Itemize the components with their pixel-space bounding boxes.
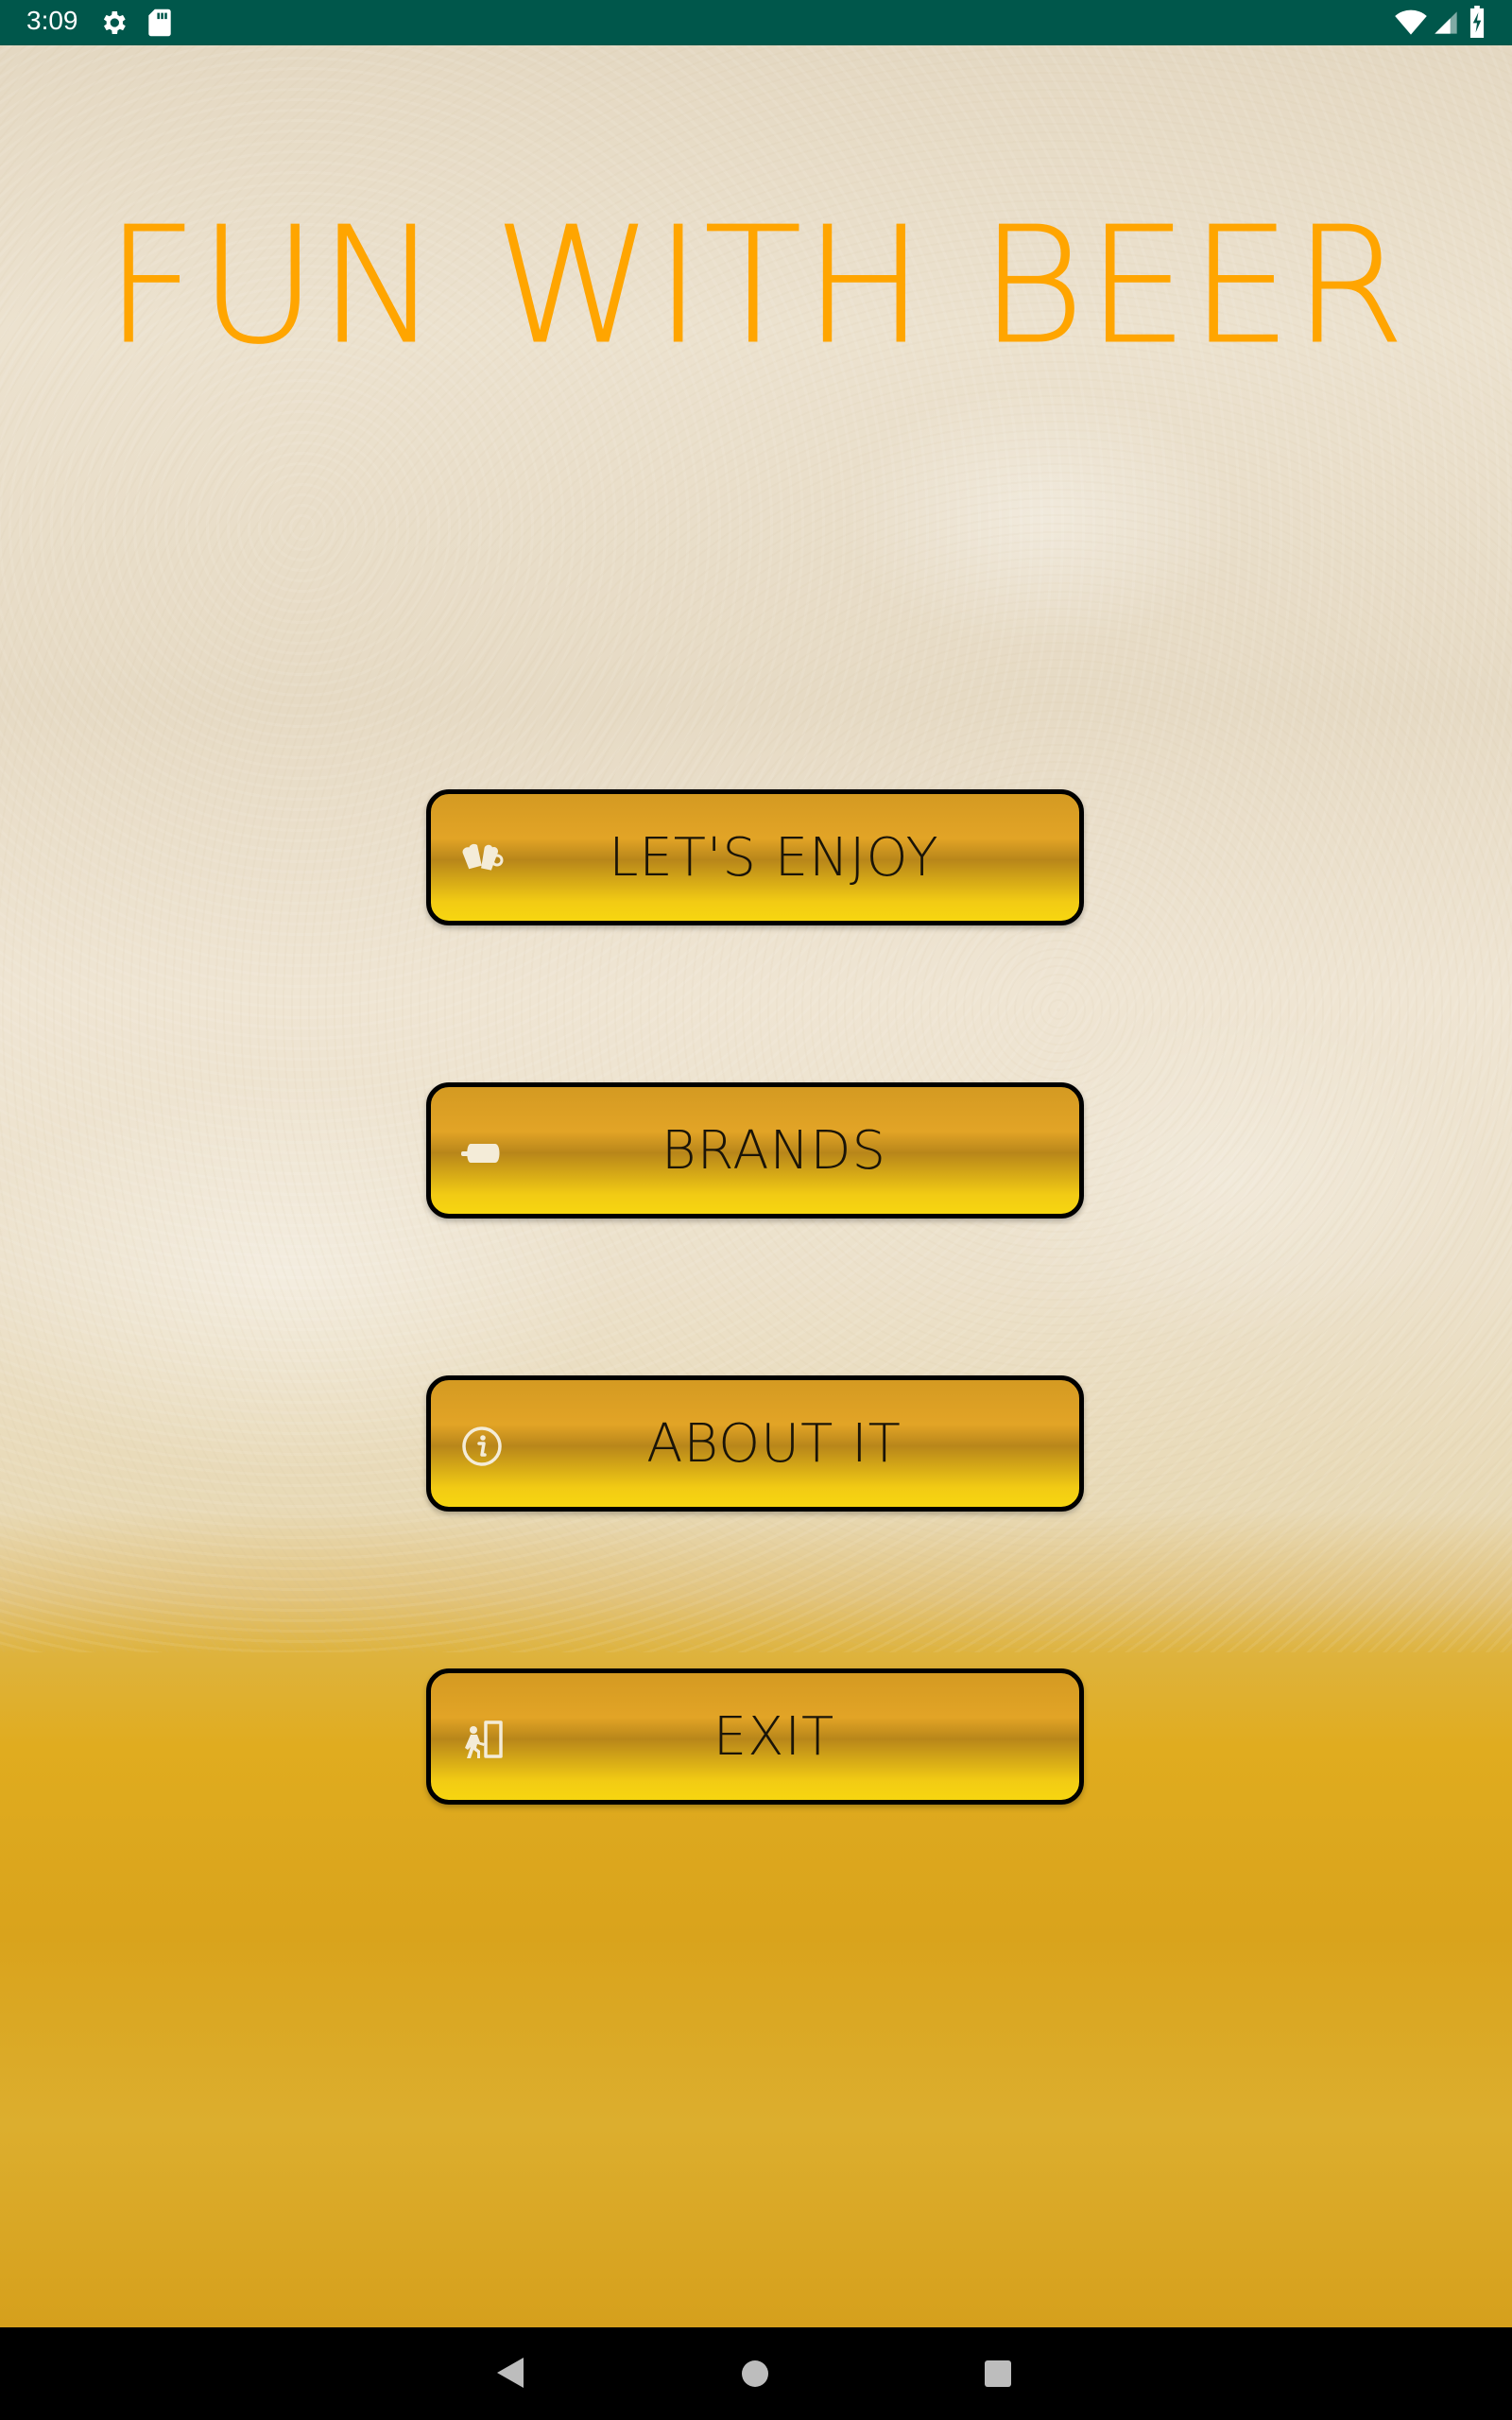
wifi-icon (1395, 9, 1427, 35)
settings-icon (103, 11, 126, 34)
page-title: FUN WITH BEER (105, 193, 1407, 380)
exit-label: EXIT (713, 1705, 835, 1768)
back-icon[interactable] (495, 2356, 525, 2390)
sd-card-icon (148, 9, 171, 37)
brands-label: BRANDS (661, 1119, 887, 1182)
exit-button[interactable]: EXIT (426, 1668, 1084, 1805)
navigation-bar (0, 2327, 1512, 2420)
cell-signal-icon (1435, 11, 1457, 34)
battery-charging-icon (1469, 6, 1485, 38)
about-it-button[interactable]: ABOUT IT (426, 1375, 1084, 1512)
about-it-label: ABOUT IT (646, 1412, 902, 1475)
status-time: 3:09 (26, 6, 78, 35)
home-icon[interactable] (741, 2360, 769, 2388)
lets-enjoy-label: LET'S ENJOY (609, 826, 939, 889)
recents-icon[interactable] (984, 2360, 1012, 2388)
lets-enjoy-button[interactable]: LET'S ENJOY (426, 789, 1084, 925)
status-bar: 3:09 (0, 0, 1512, 45)
brands-button[interactable]: BRANDS (426, 1082, 1084, 1219)
